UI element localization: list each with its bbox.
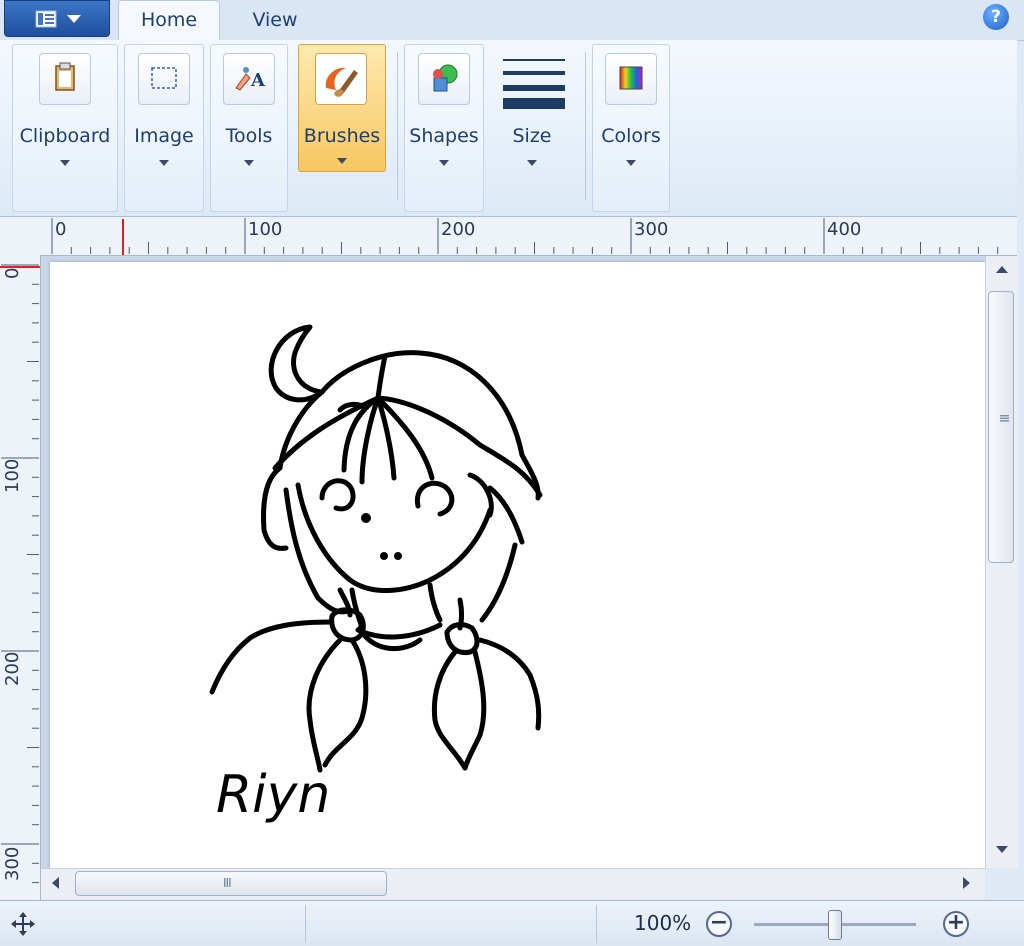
- status-bar: 100% − +: [0, 900, 1024, 946]
- shapes-icon: [418, 53, 470, 105]
- colors-icon: [605, 53, 657, 105]
- clipboard-icon: [39, 53, 91, 105]
- shapes-group[interactable]: Shapes: [404, 44, 484, 212]
- horizontal-ruler: 0 100 200 300 400: [0, 217, 1017, 256]
- tools-label: Tools: [225, 125, 273, 147]
- zoom-out-button[interactable]: −: [706, 911, 732, 937]
- chevron-down-icon: [159, 160, 169, 166]
- shapes-label: Shapes: [409, 125, 479, 147]
- ribbon-separator: [585, 52, 586, 200]
- ruler-label: 200: [2, 651, 23, 686]
- horizontal-scroll-thumb[interactable]: III: [75, 871, 387, 896]
- paint-menu-button[interactable]: [4, 0, 110, 37]
- chevron-down-icon: [60, 160, 70, 166]
- tab-view[interactable]: View: [232, 0, 318, 40]
- ruler-label: 100: [248, 219, 283, 240]
- zoom-slider-thumb[interactable]: [828, 910, 842, 940]
- image-group[interactable]: Image: [124, 44, 204, 212]
- ruler-label: 200: [441, 219, 476, 240]
- help-icon[interactable]: ?: [983, 4, 1009, 30]
- clipboard-group[interactable]: Clipboard: [12, 44, 118, 212]
- clipboard-label: Clipboard: [19, 125, 111, 147]
- select-icon: [138, 53, 190, 105]
- ruler-label: 300: [2, 846, 23, 881]
- grip-icon: III: [997, 414, 1011, 422]
- vertical-scrollbar[interactable]: III: [985, 256, 1018, 868]
- tools-icon: A: [223, 53, 275, 105]
- document-menu-icon: [35, 10, 57, 28]
- vertical-ruler: 0 100 200 300: [0, 255, 41, 902]
- tools-group[interactable]: A Tools: [210, 44, 288, 212]
- ruler-label: 400: [827, 219, 862, 240]
- status-separator: [596, 905, 597, 943]
- ribbon-tab-strip: Home View ?: [0, 0, 1024, 41]
- cursor-position-marker-v: [0, 266, 40, 268]
- chevron-down-icon: [244, 160, 254, 166]
- size-label: Size: [512, 125, 552, 147]
- vertical-scroll-thumb[interactable]: III: [988, 291, 1014, 563]
- cursor-position-marker-h: [122, 219, 124, 255]
- brushes-label: Brushes: [303, 125, 381, 147]
- grip-icon: III: [223, 876, 232, 890]
- horizontal-scrollbar[interactable]: III: [41, 868, 985, 899]
- zoom-level: 100%: [634, 911, 692, 935]
- chevron-down-icon: [337, 158, 347, 164]
- line-size-icon: [503, 59, 565, 109]
- scroll-up-icon[interactable]: [996, 266, 1008, 273]
- ribbon: Clipboard Image A Tools Brushes Shapes S…: [0, 40, 1017, 217]
- status-separator: [305, 905, 306, 943]
- sketch-drawing: Riyn: [209, 324, 543, 825]
- ribbon-separator: [397, 52, 398, 200]
- chevron-down-icon: [626, 160, 636, 166]
- signature-text: Riyn: [216, 765, 330, 825]
- size-group[interactable]: Size: [492, 44, 572, 212]
- colors-label: Colors: [601, 125, 661, 147]
- chevron-down-icon: [527, 160, 537, 166]
- move-icon: [11, 912, 35, 936]
- brushes-group[interactable]: Brushes: [298, 44, 386, 172]
- scroll-right-icon[interactable]: [963, 877, 970, 889]
- brush-icon: [315, 53, 367, 105]
- svg-text:A: A: [250, 70, 266, 91]
- tab-home[interactable]: Home: [118, 0, 220, 41]
- scroll-left-icon[interactable]: [52, 877, 59, 889]
- drawing-canvas[interactable]: Riyn: [50, 262, 985, 868]
- ruler-label: 100: [2, 458, 23, 493]
- ruler-label: 0: [55, 219, 67, 240]
- chevron-down-icon: [67, 15, 81, 23]
- chevron-down-icon: [439, 160, 449, 166]
- colors-group[interactable]: Colors: [592, 44, 670, 212]
- ruler-label: 300: [634, 219, 669, 240]
- ruler-label: 0: [2, 267, 23, 279]
- image-label: Image: [134, 125, 194, 147]
- scroll-down-icon[interactable]: [996, 846, 1008, 853]
- zoom-in-button[interactable]: +: [943, 911, 969, 937]
